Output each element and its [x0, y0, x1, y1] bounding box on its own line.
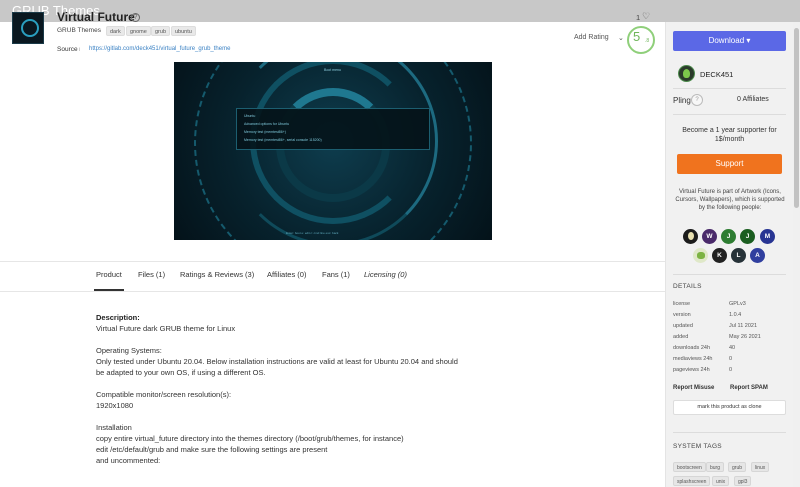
detail-key: version	[673, 312, 691, 318]
description-line: copy entire virtual_future directory int…	[96, 434, 404, 443]
system-tag[interactable]: splashscreen	[673, 476, 711, 486]
supporter-avatar[interactable]: K	[712, 248, 727, 263]
tab-affiliates[interactable]: Affiliates (0)	[267, 270, 306, 279]
product-title: Virtual Future	[57, 10, 135, 24]
help-icon[interactable]: ?	[131, 13, 140, 22]
description-line: Operating Systems:	[96, 346, 162, 355]
detail-value: 40	[729, 345, 736, 351]
tab-fans[interactable]: Fans (1)	[322, 270, 350, 279]
preview-menu-panel	[236, 108, 430, 150]
product-screenshot[interactable]: Boot menu Ubuntu Advanced options for Ub…	[174, 62, 492, 240]
system-tag[interactable]: grub	[728, 462, 747, 472]
system-tag[interactable]: unix	[712, 476, 730, 486]
info-icon: i	[79, 47, 81, 53]
tab-ratings-reviews[interactable]: Ratings & Reviews (3)	[180, 270, 254, 279]
rating-decimal: .8	[645, 38, 650, 44]
affiliates-count[interactable]: 0 Affiliates	[737, 96, 769, 103]
product-category-link[interactable]: GRUB Themes	[57, 27, 101, 34]
description-line: and uncommented:	[96, 456, 161, 465]
detail-key: mediaviews 24h	[673, 356, 713, 362]
scrollbar-thumb[interactable]	[794, 28, 799, 208]
source-link[interactable]: https://gitlab.com/deck451/virtual_futur…	[89, 46, 230, 52]
pling-label: Pling	[673, 96, 691, 105]
description-heading: Description:	[96, 313, 140, 322]
preview-menu-item: Memory test (memtest86+)	[244, 130, 286, 134]
rating-value: 5	[633, 29, 641, 44]
description-line: Installation	[96, 423, 132, 432]
system-tag[interactable]: linux	[751, 462, 770, 472]
tag-dark[interactable]: dark	[106, 26, 125, 36]
supporter-avatar[interactable]: M	[760, 229, 775, 244]
detail-key: added	[673, 334, 689, 340]
add-rating-dropdown[interactable]: Add Rating	[574, 34, 609, 41]
supporter-avatar[interactable]: L	[731, 248, 746, 263]
tag-grub[interactable]: grub	[151, 26, 171, 36]
tab-product[interactable]: Product	[96, 270, 122, 279]
detail-key: updated	[673, 323, 693, 329]
detail-value: 1.0.4	[729, 312, 742, 318]
tag-gnome[interactable]: gnome	[126, 26, 151, 36]
divider	[673, 274, 786, 275]
rating-circle	[627, 26, 655, 54]
supporter-prompt: Become a 1 year supporter for 1$/month	[682, 127, 777, 143]
pling-help-icon[interactable]: ?	[691, 94, 703, 106]
description-line: 1920x1080	[96, 401, 134, 410]
description-line: Only tested under Ubuntu 20.04. Below in…	[96, 357, 458, 366]
tab-files[interactable]: Files (1)	[138, 270, 165, 279]
system-tags-heading: SYSTEM TAGS	[673, 443, 722, 450]
detail-value: May 26 2021	[729, 334, 761, 340]
supporter-avatar[interactable]: J	[721, 229, 736, 244]
like-count: 1	[636, 13, 641, 22]
detail-value: 0	[729, 367, 733, 373]
system-tag[interactable]: bootscreen	[673, 462, 706, 472]
detail-key: downloads 24h	[673, 345, 711, 351]
system-tag[interactable]: gpl3	[734, 476, 752, 486]
mark-clone-button[interactable]: mark this product as clone	[673, 400, 786, 415]
download-button[interactable]: Download ▾	[673, 31, 786, 51]
supporter-avatar[interactable]: W	[702, 229, 717, 244]
supported-by-text: Virtual Future is part of Artwork (Icons…	[675, 189, 785, 211]
description-line: Virtual Future dark GRUB theme for Linux	[96, 324, 236, 333]
description-line: Compatible monitor/screen resolution(s):	[96, 390, 232, 399]
supporter-avatar[interactable]	[693, 248, 708, 263]
description-line: be adapted to your own OS, if using a di…	[96, 368, 266, 377]
avatar[interactable]	[678, 65, 695, 82]
preview-menu-item: Advanced options for Ubuntu	[244, 122, 290, 126]
detail-value: Jul 11 2021	[729, 323, 758, 329]
report-spam-link[interactable]: Report SPAM	[730, 385, 768, 391]
thumbnail	[12, 12, 44, 44]
tabs-top-border	[0, 261, 665, 262]
tabs-bottom-border	[0, 291, 665, 292]
divider	[673, 88, 786, 89]
preview-menu-title: Boot menu	[324, 68, 341, 72]
divider	[673, 114, 786, 115]
description-line: edit /etc/default/grub and make sure the…	[96, 445, 328, 454]
preview-menu-item: Memory test (memtest86+, serial console …	[244, 138, 322, 142]
chevron-down-icon[interactable]: ⌄	[618, 34, 624, 42]
detail-value: GPLv3	[729, 301, 746, 307]
detail-key: license	[673, 301, 691, 307]
username-link[interactable]: DECK451	[700, 70, 733, 79]
tab-licensing[interactable]: Licensing (0)	[364, 270, 407, 279]
detail-key: pageviews 24h	[673, 367, 710, 373]
preview-menu-item: Ubuntu	[244, 114, 256, 118]
support-button[interactable]: Support	[677, 154, 782, 174]
divider	[673, 432, 786, 433]
source-label: Source	[57, 46, 78, 53]
supporter-avatar[interactable]	[683, 229, 698, 244]
heart-icon[interactable]: ♡	[642, 11, 650, 22]
tag-ubuntu[interactable]: ubuntu	[171, 26, 196, 36]
supporter-avatar[interactable]: A	[750, 248, 765, 263]
detail-value: 0	[729, 356, 733, 362]
supporter-avatar[interactable]: J	[740, 229, 755, 244]
report-misuse-link[interactable]: Report Misuse	[673, 385, 714, 391]
details-heading: DETAILS	[673, 283, 702, 290]
preview-footer-text: Enter: boot e: edit c: cmd line esc: bac…	[286, 231, 339, 235]
system-tag[interactable]: burg	[706, 462, 725, 472]
